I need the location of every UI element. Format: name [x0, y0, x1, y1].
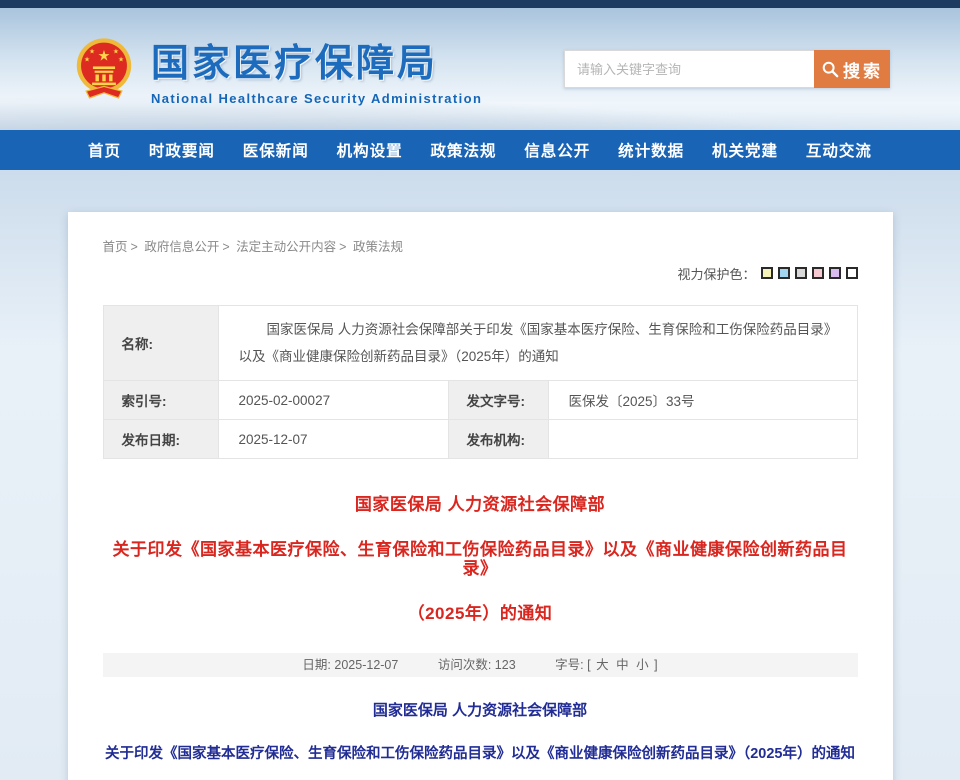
- red-title-line2: 关于印发《国家基本医疗保险、生育保险和工伤保险药品目录》以及《商业健康保险创新药…: [103, 540, 858, 578]
- pub-org-label: 发布机构:: [448, 420, 548, 459]
- meta-visits-value: 123: [495, 658, 516, 672]
- site-header: ★ ★ ★ ★ ★ 国家医疗保障局 National Healthcare Se…: [0, 8, 960, 130]
- fontsize-small-button[interactable]: 小: [636, 658, 649, 672]
- national-emblem-logo: ★ ★ ★ ★ ★: [70, 33, 138, 105]
- eye-protection-label: 视力保护色：: [677, 264, 755, 283]
- search-input[interactable]: [564, 50, 814, 88]
- main-nav: 首页 时政要闻 医保新闻 机构设置 政策法规 信息公开 统计数据 机关党建 互动…: [0, 130, 960, 170]
- site-subtitle: National Healthcare Security Administrat…: [151, 91, 482, 106]
- meta-date-value: 2025-12-07: [334, 658, 398, 672]
- info-table: 名称: 国家医保局 人力资源社会保障部关于印发《国家基本医疗保险、生育保险和工伤…: [103, 305, 858, 459]
- table-row-publish: 发布日期: 2025-12-07 发布机构:: [103, 420, 857, 459]
- svg-text:★: ★: [118, 56, 124, 63]
- index-label: 索引号:: [103, 381, 218, 420]
- eye-color-swatch-white[interactable]: [846, 267, 858, 279]
- fontsize-bracket-close: ]: [654, 658, 657, 672]
- brand: ★ ★ ★ ★ ★ 国家医疗保障局 National Healthcare Se…: [70, 32, 482, 106]
- article-header-line2: 关于印发《国家基本医疗保险、生育保险和工伤保险药品目录》以及《商业健康保险创新药…: [103, 742, 858, 763]
- meta-fontsize-group: 字号: [ 大 中 小 ]: [555, 658, 657, 672]
- fontsize-label: 字号:: [555, 658, 583, 672]
- svg-text:★: ★: [84, 56, 90, 63]
- pub-date-label: 发布日期:: [103, 420, 218, 459]
- article-header-line1: 国家医保局 人力资源社会保障部: [103, 699, 858, 720]
- red-title-line1: 国家医保局 人力资源社会保障部: [103, 495, 858, 514]
- article-meta-bar: 日期: 2025-12-07 访问次数: 123 字号: [ 大 中 小 ]: [103, 653, 858, 677]
- search-button[interactable]: 搜索: [814, 50, 890, 88]
- nav-item-party-building[interactable]: 机关党建: [712, 139, 778, 161]
- search-button-label: 搜索: [843, 57, 883, 82]
- meta-visits-group: 访问次数: 123: [438, 658, 519, 672]
- fontsize-large-button[interactable]: 大: [596, 658, 609, 672]
- nav-item-policies[interactable]: 政策法规: [430, 139, 496, 161]
- eye-color-swatch-blue[interactable]: [778, 267, 790, 279]
- breadcrumb-home[interactable]: 首页: [103, 240, 128, 254]
- doc-no-value: 医保发〔2025〕33号: [548, 381, 857, 420]
- eye-protection-row: 视力保护色：: [103, 265, 858, 281]
- breadcrumb: 首页> 政府信息公开> 法定主动公开内容> 政策法规: [103, 236, 858, 255]
- breadcrumb-separator: >: [339, 240, 346, 254]
- breadcrumb-separator: >: [131, 240, 138, 254]
- nav-item-medical-insurance-news[interactable]: 医保新闻: [243, 139, 309, 161]
- eye-color-swatch-yellow[interactable]: [761, 267, 773, 279]
- nav-item-organization[interactable]: 机构设置: [337, 139, 403, 161]
- site-title: 国家医疗保障局: [151, 32, 482, 87]
- name-label: 名称:: [103, 306, 218, 381]
- nav-item-home[interactable]: 首页: [88, 139, 121, 161]
- eye-color-swatch-pink[interactable]: [812, 267, 824, 279]
- meta-date-label: 日期:: [302, 658, 330, 672]
- eye-color-swatch-gray[interactable]: [795, 267, 807, 279]
- nav-item-info-disclosure[interactable]: 信息公开: [524, 139, 590, 161]
- breadcrumb-statutory-disclosure[interactable]: 法定主动公开内容: [236, 240, 336, 254]
- content-panel: 首页> 政府信息公开> 法定主动公开内容> 政策法规 视力保护色： 名称: 国家…: [68, 212, 893, 780]
- article-header: 国家医保局 人力资源社会保障部 关于印发《国家基本医疗保险、生育保险和工伤保险药…: [103, 699, 858, 780]
- search-bar: 搜索: [564, 50, 890, 88]
- breadcrumb-separator: >: [222, 240, 229, 254]
- table-row-name: 名称: 国家医保局 人力资源社会保障部关于印发《国家基本医疗保险、生育保险和工伤…: [103, 306, 857, 381]
- content-background: 首页> 政府信息公开> 法定主动公开内容> 政策法规 视力保护色： 名称: 国家…: [0, 170, 960, 780]
- doc-no-label: 发文字号:: [448, 381, 548, 420]
- red-title-line3: （2025年）的通知: [103, 604, 858, 623]
- fontsize-bracket-open: [: [587, 658, 590, 672]
- breadcrumb-current-policies: 政策法规: [353, 240, 403, 254]
- top-strip: [0, 0, 960, 8]
- svg-text:★: ★: [89, 49, 95, 56]
- brand-text: 国家医疗保障局 National Healthcare Security Adm…: [151, 32, 482, 106]
- fontsize-medium-button[interactable]: 中: [616, 658, 629, 672]
- index-value: 2025-02-00027: [218, 381, 448, 420]
- nav-item-statistics[interactable]: 统计数据: [618, 139, 684, 161]
- name-value: 国家医保局 人力资源社会保障部关于印发《国家基本医疗保险、生育保险和工伤保险药品…: [218, 306, 857, 381]
- search-icon: [821, 60, 839, 78]
- pub-org-value: [548, 420, 857, 459]
- meta-date-group: 日期: 2025-12-07: [302, 658, 401, 672]
- svg-text:★: ★: [98, 49, 111, 65]
- pub-date-value: 2025-12-07: [218, 420, 448, 459]
- breadcrumb-gov-info[interactable]: 政府信息公开: [144, 240, 219, 254]
- nav-item-interaction[interactable]: 互动交流: [806, 139, 872, 161]
- document-red-title: 国家医保局 人力资源社会保障部 关于印发《国家基本医疗保险、生育保险和工伤保险药…: [103, 495, 858, 623]
- meta-visits-label: 访问次数:: [438, 658, 491, 672]
- svg-text:★: ★: [113, 49, 119, 56]
- nav-item-current-politics[interactable]: 时政要闻: [149, 139, 215, 161]
- eye-color-swatch-purple[interactable]: [829, 267, 841, 279]
- table-row-index: 索引号: 2025-02-00027 发文字号: 医保发〔2025〕33号: [103, 381, 857, 420]
